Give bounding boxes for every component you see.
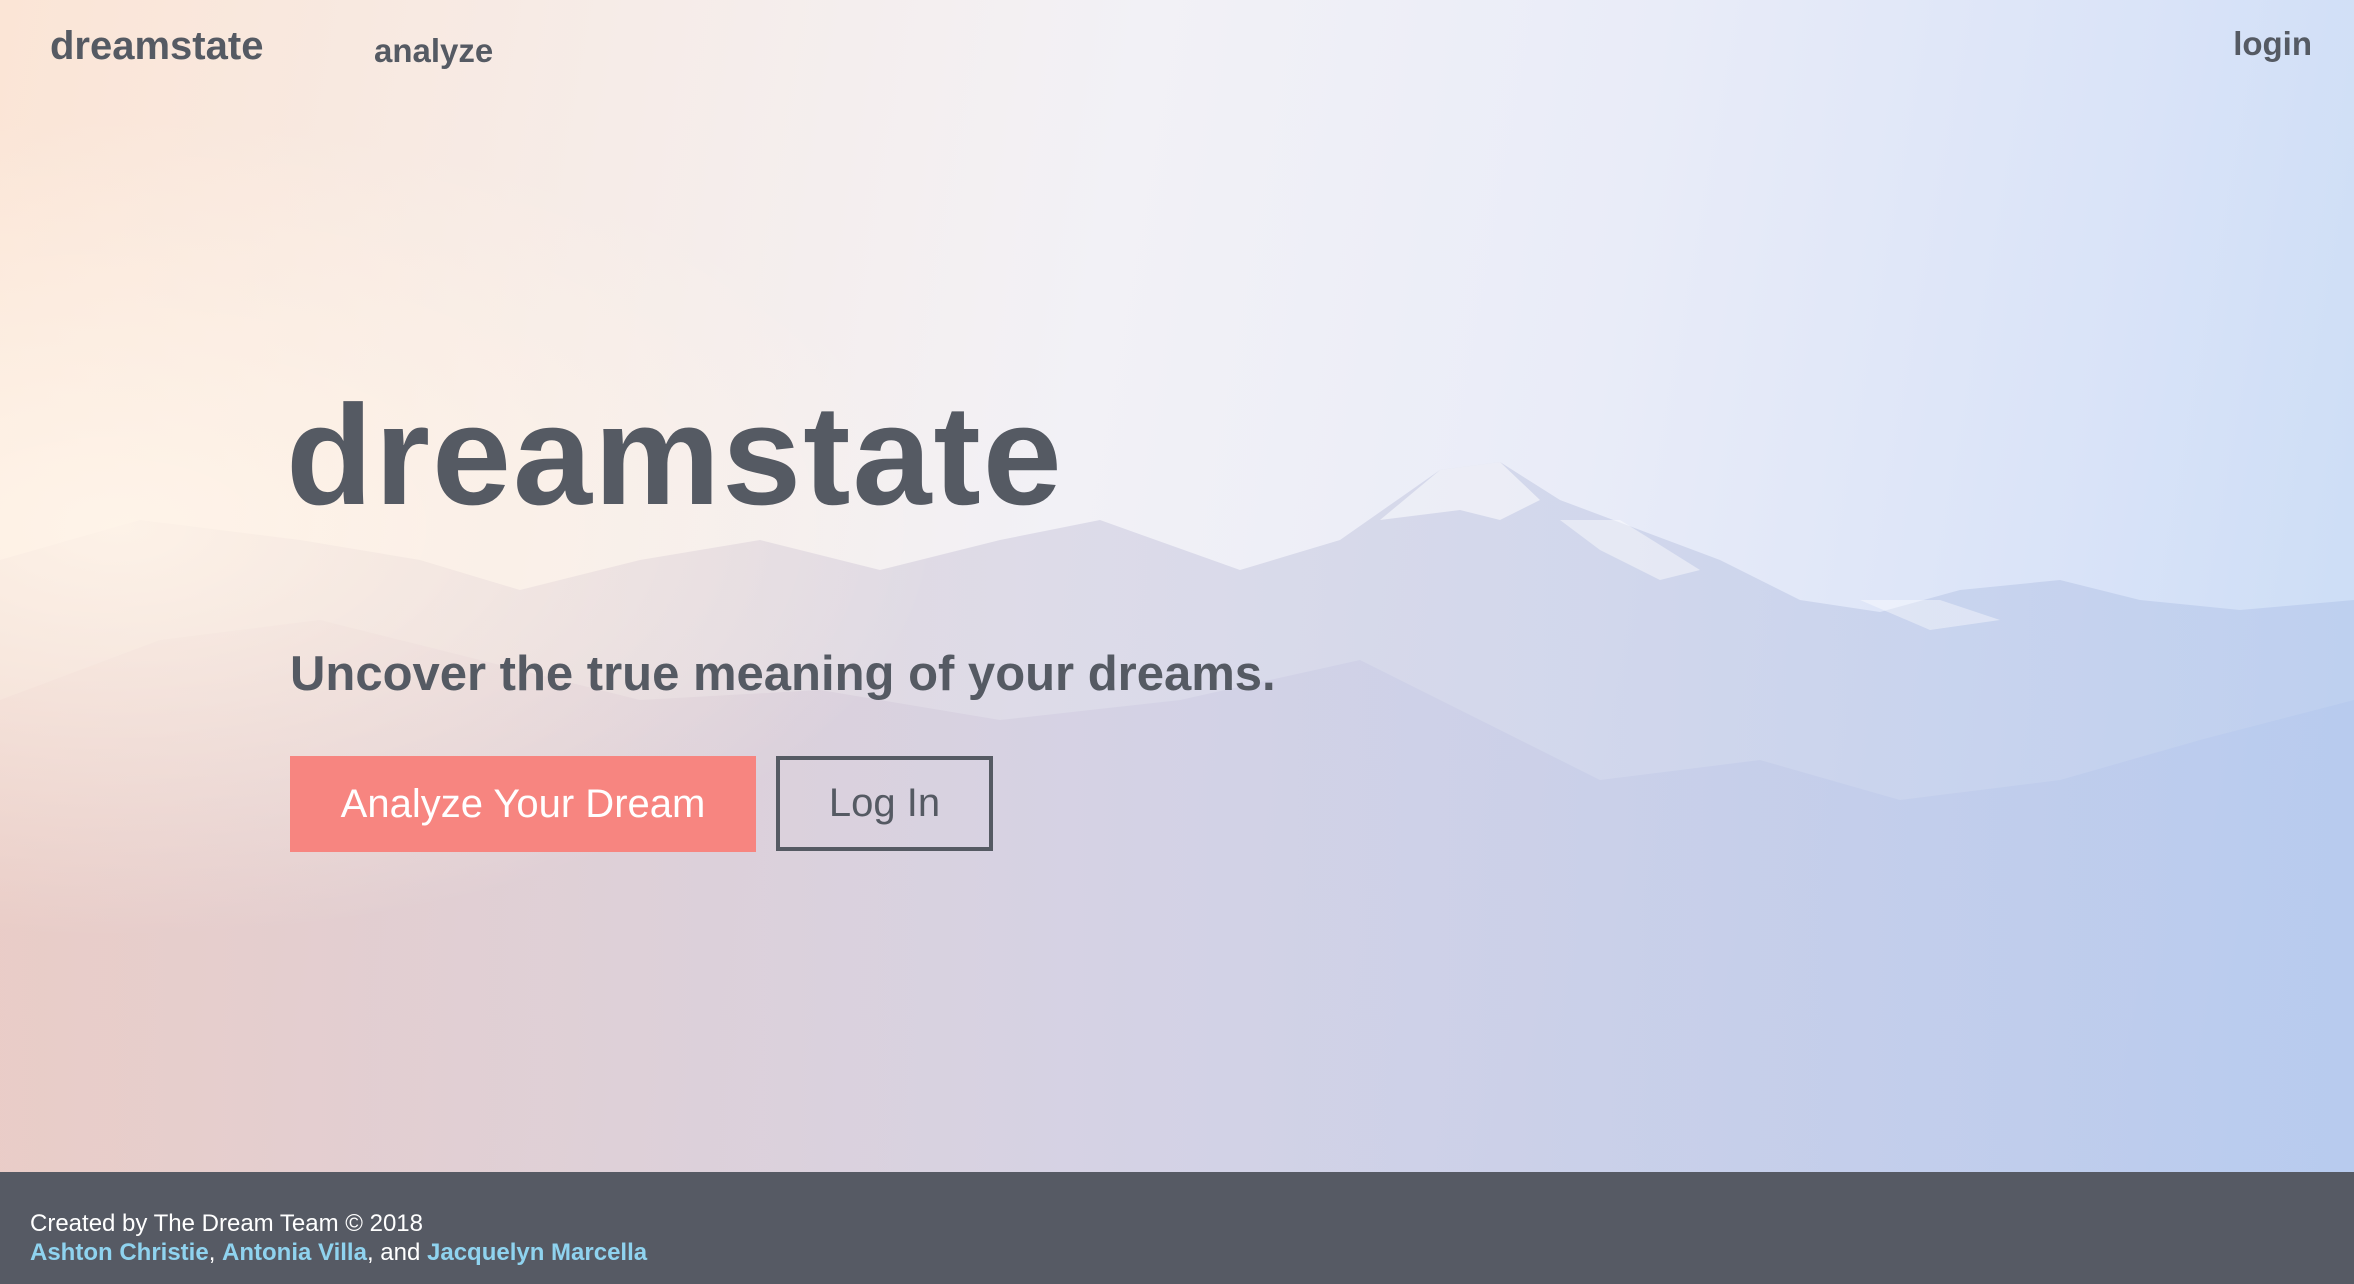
author-link-antonia-villa[interactable]: Antonia Villa bbox=[222, 1239, 367, 1266]
top-nav: dreamstate analyze login bbox=[0, 0, 2354, 110]
author-link-ashton-christie[interactable]: Ashton Christie bbox=[30, 1239, 209, 1266]
hero-section: dreamstate analyze login dreamstate Unco… bbox=[0, 0, 2354, 1172]
log-in-button[interactable]: Log In bbox=[776, 756, 993, 851]
author-link-jacquelyn-marcella[interactable]: Jacquelyn Marcella bbox=[427, 1239, 647, 1266]
footer: Created by The Dream Team © 2018 Ashton … bbox=[0, 1172, 2354, 1284]
nav-analyze-link[interactable]: analyze bbox=[374, 32, 493, 70]
footer-authors: Ashton Christie, Antonia Villa, and Jacq… bbox=[30, 1239, 647, 1267]
analyze-your-dream-button[interactable]: Analyze Your Dream bbox=[290, 756, 756, 852]
hero-title: dreamstate bbox=[286, 376, 1064, 535]
author-separator: , bbox=[208, 1239, 223, 1266]
footer-credit: Created by The Dream Team © 2018 bbox=[30, 1210, 423, 1237]
hero-subtitle: Uncover the true meaning of your dreams. bbox=[290, 647, 1276, 701]
nav-login-link[interactable]: login bbox=[2233, 25, 2312, 63]
mountain-background-image bbox=[0, 0, 2354, 1172]
nav-brand-link[interactable]: dreamstate bbox=[50, 24, 263, 69]
author-separator: , and bbox=[366, 1239, 427, 1266]
